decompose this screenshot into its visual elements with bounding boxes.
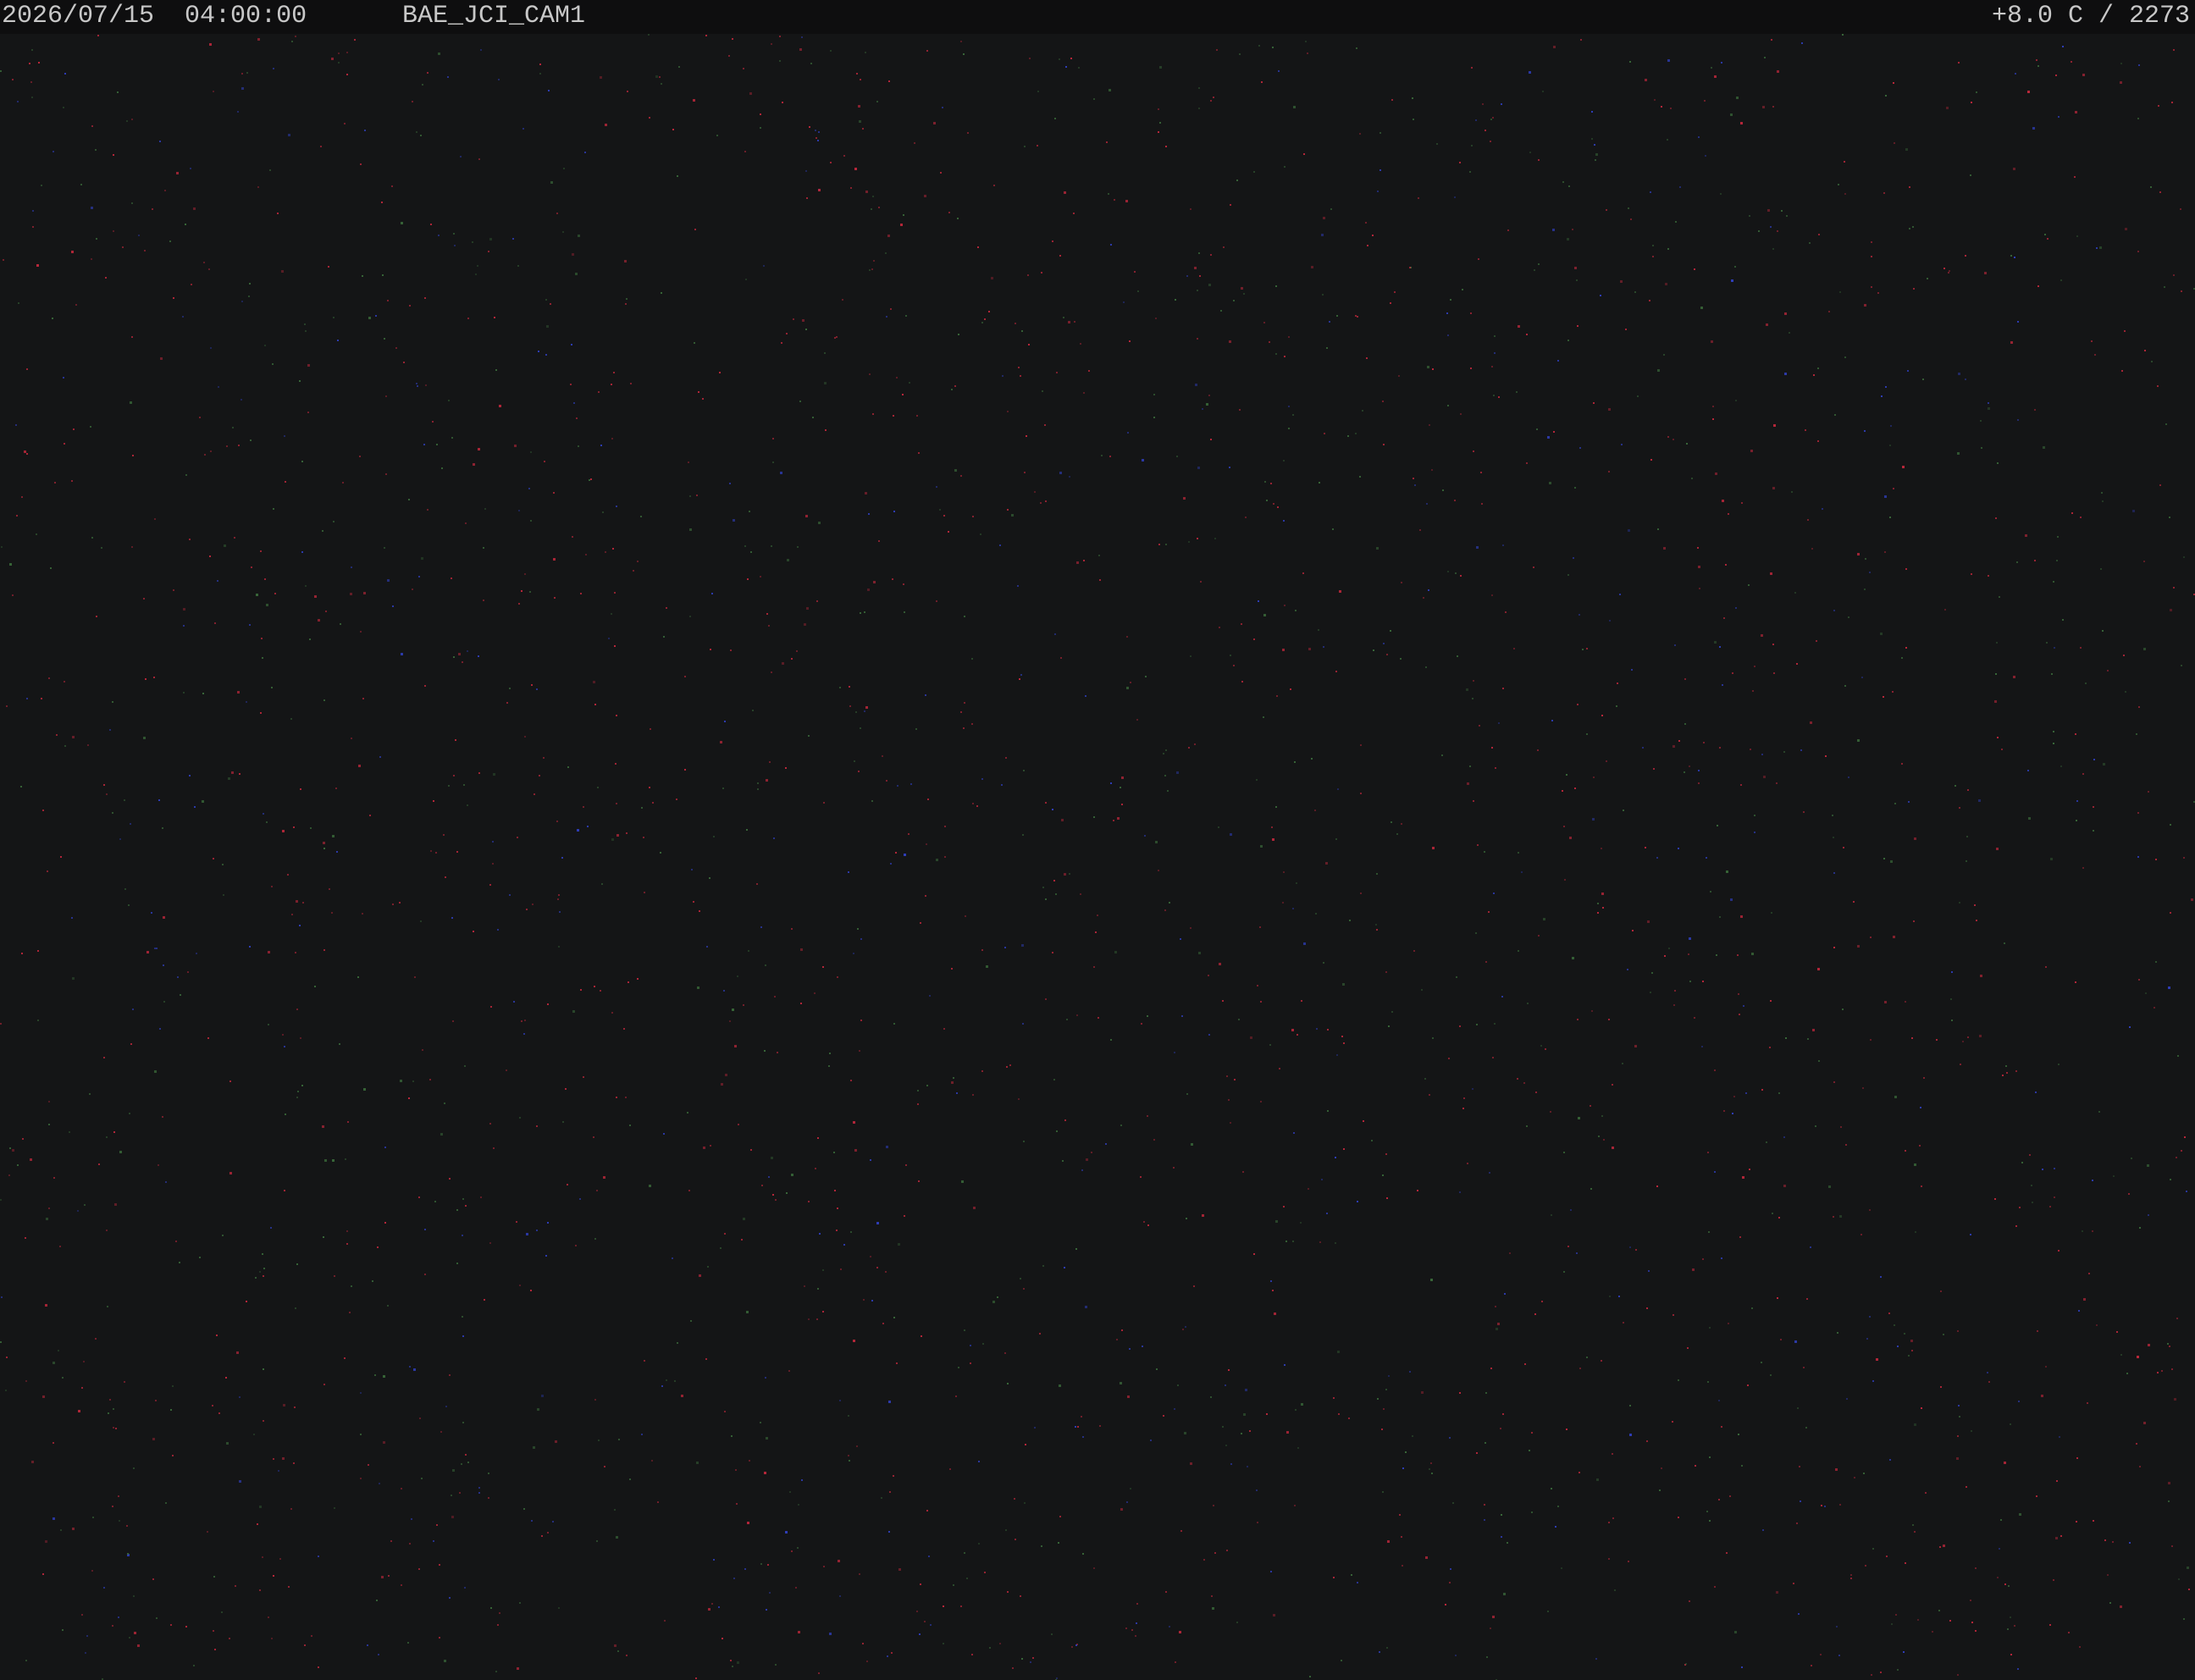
timestamp-date-time: 2026/07/15 04:00:00	[2, 0, 307, 32]
overlay-sensor-readout: +8.0 C / 2273	[1991, 2, 2190, 30]
overlay-time: 04:00:00	[185, 2, 307, 30]
overlay-camera-name: BAE_JCI_CAM1	[402, 2, 586, 30]
camera-frame: 2026/07/15 04:00:00 BAE_JCI_CAM1 +8.0 C …	[0, 0, 2195, 1680]
sensor-noise-image	[0, 34, 2195, 1680]
timestamp-overlay: 2026/07/15 04:00:00 BAE_JCI_CAM1 +8.0 C …	[0, 0, 2195, 34]
overlay-date: 2026/07/15	[2, 2, 155, 30]
